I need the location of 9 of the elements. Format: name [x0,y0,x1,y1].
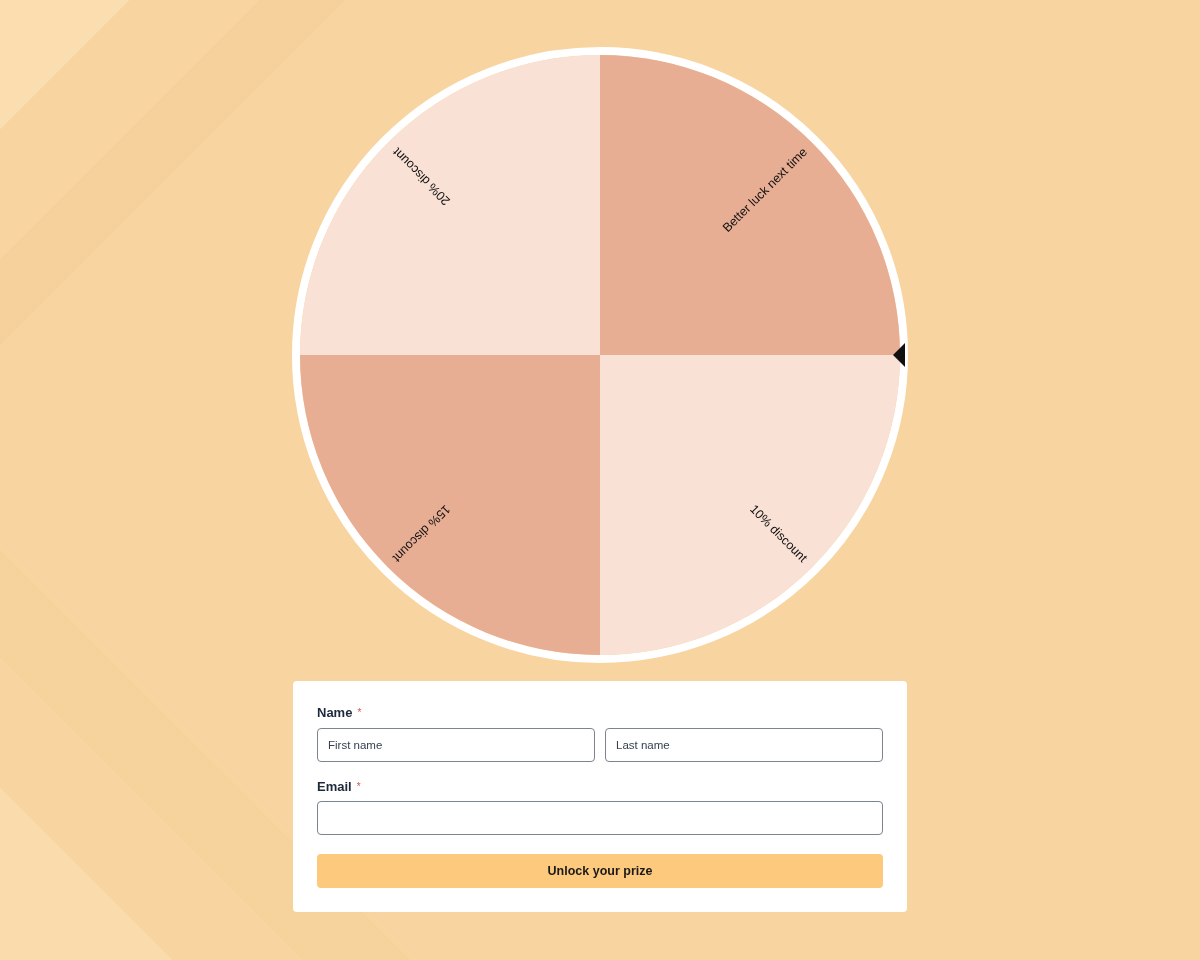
required-mark: * [356,782,361,792]
required-mark: * [357,708,362,718]
text-field[interactable]: Last name [605,728,883,762]
text-field[interactable]: First name [317,728,595,762]
field-label: Name [317,705,353,721]
pointer-icon [893,343,905,367]
field-label: Email [317,779,352,795]
text-field[interactable] [317,801,883,835]
unlock-prize-button[interactable]: Unlock your prize [317,854,883,888]
